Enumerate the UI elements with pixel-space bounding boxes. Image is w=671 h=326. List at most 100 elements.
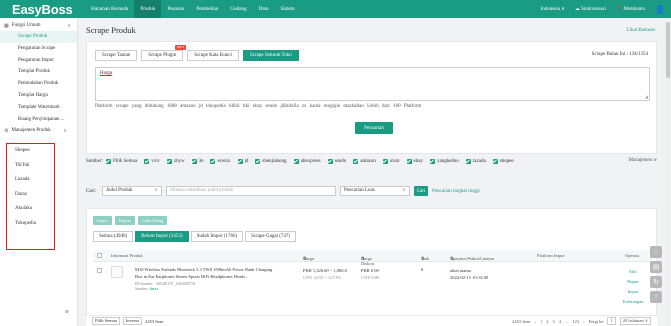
filter-ozon[interactable]: ozon: [382, 158, 400, 164]
collapse-menu-icon[interactable]: ≡: [65, 308, 69, 316]
filter-aliexpress[interactable]: aliexpress: [293, 159, 321, 164]
sidebar-item-product-template[interactable]: Templat Produk: [0, 66, 77, 78]
note-icon[interactable]: ▤: [650, 261, 662, 273]
sidebar-group-product-mgmt[interactable]: ⚙ Manajemen Produk ∧: [0, 125, 77, 136]
source-label: Sumber:: [135, 286, 149, 291]
filter-vvic[interactable]: vvic: [144, 159, 160, 164]
page-4[interactable]: 4: [559, 319, 561, 324]
refresh-icon[interactable]: ↻: [650, 276, 662, 288]
checkbox-checked-icon: [492, 159, 498, 164]
tab-scrape-store[interactable]: Scrape Seluruh Toko: [242, 50, 299, 61]
filter-shenjiahong[interactable]: shenjiahong: [255, 159, 287, 164]
chat-icon[interactable]: ◌: [650, 246, 662, 258]
filter-zhyw[interactable]: zhyw: [166, 158, 185, 164]
nav-item-product[interactable]: Produk: [134, 0, 162, 18]
operator-name: akun utama: [450, 268, 471, 273]
user-avatar-icon[interactable]: 👤: [655, 5, 665, 14]
filter-lazada[interactable]: lazada: [465, 159, 486, 164]
sidebar-item-product-move[interactable]: Pemindahan Produk: [0, 78, 77, 90]
tab-failed[interactable]: Scrape Gagal (747): [245, 231, 297, 242]
checkbox-checked-icon: [210, 159, 216, 164]
sidebar-item-akulaku[interactable]: Akulaku: [7, 202, 54, 217]
sync-button[interactable]: ☁ Sinkronisasi: [575, 6, 606, 12]
checkbox-checked-icon: [191, 159, 197, 164]
filter-sendo[interactable]: sendo: [327, 159, 346, 164]
product-list-card: Impor Hapus Coba Ulang Semua (4946) Belu…: [86, 208, 657, 326]
retry-button[interactable]: Coba Ulang: [137, 216, 168, 225]
sidebar-item-daraz[interactable]: Daraz: [7, 188, 54, 203]
page-ellipsis[interactable]: ...: [565, 319, 568, 324]
filter-label: ozon: [389, 158, 400, 164]
page-size-select[interactable]: 20 halaman ∨: [619, 317, 651, 325]
prev-page-icon[interactable]: ‹: [535, 319, 537, 324]
app-logo[interactable]: EasyBoss: [0, 2, 85, 17]
filter-select-all[interactable]: Pilih Semua: [105, 159, 137, 164]
sidebar-item-shopee[interactable]: Shopee: [7, 144, 54, 159]
filter-label: zhyw: [173, 158, 185, 164]
nav-item-data[interactable]: Data: [253, 0, 275, 18]
nav-item-purchase[interactable]: Pembelian: [190, 0, 224, 18]
sidebar-item-tiktok[interactable]: TikTok: [7, 159, 54, 174]
goto-input[interactable]: 1: [607, 317, 616, 325]
import-link[interactable]: Impor: [621, 287, 645, 297]
search-button[interactable]: Cari: [414, 186, 428, 196]
tab-scrape-link[interactable]: Scrape Tautan: [95, 50, 138, 61]
sidebar-item-scrape-settings[interactable]: Pengaturan Scrape: [0, 43, 77, 55]
filter-jd[interactable]: jd: [237, 159, 248, 164]
search-input[interactable]: Silakan masukkan judul produk: [166, 186, 336, 196]
search-mode-select[interactable]: Pencarian Luas ∨: [340, 186, 410, 196]
filter-label: 3e: [198, 158, 204, 164]
filter-3e[interactable]: 3e: [191, 158, 204, 164]
tab-not-imported[interactable]: Belum Impor (2453): [135, 231, 189, 242]
sidebar-item-watermark-template[interactable]: Template Watermark: [0, 102, 77, 114]
filter-yangkeduo[interactable]: yangkeduo: [429, 159, 459, 164]
delete-button[interactable]: Hapus: [115, 216, 135, 225]
nav-item-warehouse[interactable]: Gudang: [224, 0, 252, 18]
note-link[interactable]: Keterangan: [621, 297, 645, 307]
tab-scrape-plugin[interactable]: Scrape Plugin HOT: [141, 45, 187, 61]
tab-imported[interactable]: Sudah Impor (1766): [190, 231, 244, 242]
nav-item-orders[interactable]: Pesanan: [161, 0, 190, 18]
tab-scrape-keyword[interactable]: Scrape Kata Kunci: [187, 50, 239, 61]
advanced-search-link[interactable]: Pencarian tingkat tinggi: [432, 189, 480, 194]
sidebar-item-price-template[interactable]: Templat Harga: [0, 90, 77, 102]
sidebar-item-tokopedia[interactable]: Tokopedia: [7, 217, 54, 232]
search-field-select[interactable]: Judul Produk ∨: [102, 186, 162, 196]
help-button[interactable]: ❓ Membantu: [616, 6, 645, 12]
import-button[interactable]: Impor: [93, 216, 112, 225]
resize-handle-icon[interactable]: ◢: [645, 94, 648, 99]
filter-shopee[interactable]: shopee: [492, 159, 514, 164]
page-3[interactable]: 3: [553, 319, 555, 324]
delete-link[interactable]: Hapus: [621, 277, 645, 287]
filter-amazon[interactable]: amazon: [353, 159, 376, 164]
page-last[interactable]: 123: [572, 319, 579, 324]
sidebar-item-storage[interactable]: Ruang Penyimpanan ...: [0, 114, 77, 126]
page-scrollbar[interactable]: [665, 18, 671, 326]
sidebar-item-import-settings[interactable]: Pengaturan Impor: [0, 55, 77, 67]
checkbox-checked-icon: [293, 159, 299, 164]
page-2[interactable]: 2: [546, 319, 548, 324]
nav-item-system[interactable]: Sistem: [274, 0, 300, 18]
back-to-top-icon[interactable]: ↑: [650, 291, 662, 303]
select-all-button[interactable]: Pilih Semua: [92, 317, 120, 325]
help-link[interactable]: Lihat Bantuan: [627, 28, 655, 33]
filter-ecenix[interactable]: ecenix: [210, 159, 231, 164]
row-checkbox[interactable]: [97, 268, 102, 273]
sidebar-item-lazada[interactable]: Lazada: [7, 173, 54, 188]
url-textarea[interactable]: Harga ◢: [95, 67, 650, 101]
product-thumbnail[interactable]: [111, 266, 123, 278]
next-page-icon[interactable]: ›: [583, 319, 585, 324]
tab-all[interactable]: Semua (4946): [93, 231, 134, 242]
page-1[interactable]: 1: [540, 319, 542, 324]
filter-ebay[interactable]: ebay: [406, 159, 423, 164]
select-all-checkbox[interactable]: [97, 253, 102, 258]
language-select[interactable]: Indonesia ∨: [541, 6, 565, 12]
sidebar-item-scrape-product[interactable]: Scrape Produk: [0, 31, 77, 43]
search-collect-button[interactable]: Pencarian: [355, 122, 393, 134]
sidebar-group-common[interactable]: ▦ Fungsi Umum ∧: [0, 20, 77, 31]
edit-link[interactable]: Edit: [621, 267, 645, 277]
invert-select-button[interactable]: Inverse: [122, 317, 143, 325]
scrollbar-thumb[interactable]: [666, 22, 670, 78]
nav-item-home[interactable]: Halaman Beranda: [85, 0, 134, 18]
product-name[interactable]: M10 Wireless Earbuds Bluetooth 5.3 TWS 3…: [135, 267, 280, 280]
